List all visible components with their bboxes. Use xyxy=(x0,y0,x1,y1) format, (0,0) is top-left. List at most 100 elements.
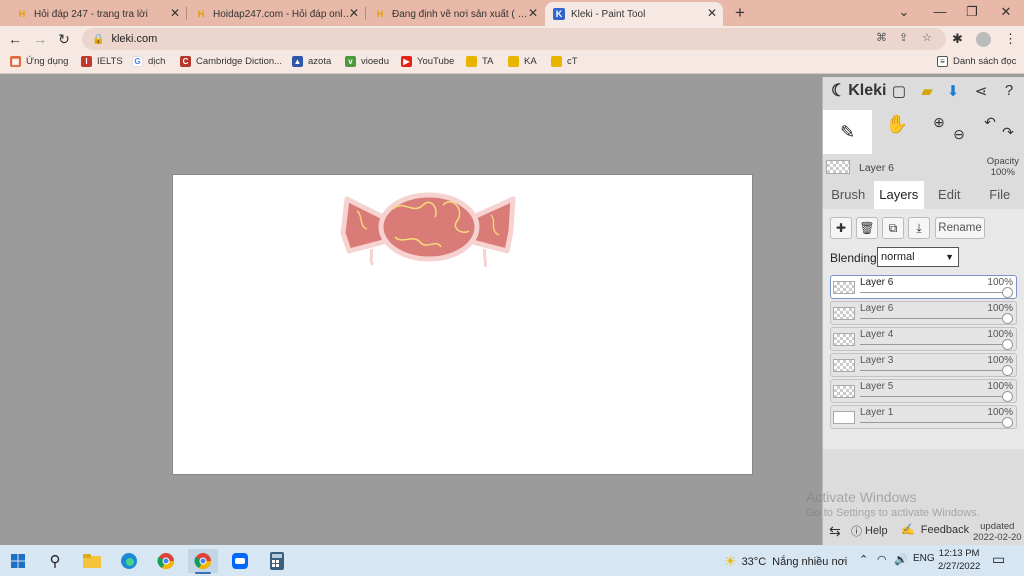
close-tab-icon[interactable]: ✕ xyxy=(528,6,538,20)
close-tab-icon[interactable]: ✕ xyxy=(349,6,359,20)
canvas-workspace[interactable] xyxy=(0,77,822,545)
chrome-icon[interactable] xyxy=(151,549,181,573)
brush-tool-icon[interactable]: ✎ xyxy=(823,110,872,154)
opacity-slider-knob[interactable] xyxy=(1002,339,1013,350)
tab-search-icon[interactable]: ⌄ xyxy=(894,4,914,20)
chevron-down-icon: ▼ xyxy=(945,252,954,262)
browser-tab-question[interactable]: H Đang định vẽ nơi sản xuất ( nhà ✕ xyxy=(366,2,544,26)
layer-item[interactable]: Layer 6 100% xyxy=(830,275,1017,299)
zalo-icon[interactable] xyxy=(225,549,255,573)
open-folder-icon[interactable]: ▰ xyxy=(917,82,937,100)
help-link[interactable]: ⓘ Help xyxy=(851,523,888,539)
address-bar[interactable]: 🔒 kleki.com xyxy=(82,28,946,50)
search-icon[interactable]: ⚲ xyxy=(40,549,70,573)
tab-edit[interactable]: Edit xyxy=(924,181,975,209)
opacity-slider-knob[interactable] xyxy=(1002,417,1013,428)
layer-item[interactable]: Layer 6 100% xyxy=(830,301,1017,325)
menu-dots-icon[interactable]: ⋮ xyxy=(1004,31,1017,47)
forward-icon[interactable]: → xyxy=(31,30,49,48)
rename-layer-button[interactable]: Rename xyxy=(935,217,985,239)
opacity-slider-knob[interactable] xyxy=(1002,287,1013,298)
layer-thumbnail xyxy=(833,411,855,424)
bookmark-apps[interactable]: ▦ Ứng dụng xyxy=(10,56,68,67)
opacity-slider-track[interactable] xyxy=(860,370,1007,371)
duplicate-layer-button[interactable]: ⧉ xyxy=(882,217,904,239)
language-indicator[interactable]: ENG xyxy=(913,553,935,564)
share-icon[interactable]: ⇪ xyxy=(899,31,908,44)
tab-brush[interactable]: Brush xyxy=(823,181,874,209)
new-tab-icon[interactable]: + xyxy=(730,3,750,23)
opacity-slider-track[interactable] xyxy=(860,422,1007,423)
network-icon[interactable]: ◠ xyxy=(877,553,887,566)
opacity-slider-knob[interactable] xyxy=(1002,365,1013,376)
layer-item[interactable]: Layer 3 100% xyxy=(830,353,1017,377)
kleki-logo-icon: ☾ xyxy=(831,81,847,100)
redo-icon[interactable]: ↷ xyxy=(999,124,1017,141)
edge-icon[interactable] xyxy=(114,549,144,573)
azota-icon: ▲ xyxy=(292,56,303,67)
zoom-out-icon[interactable]: ⊖ xyxy=(949,126,969,143)
bookmark-cambridge[interactable]: C Cambridge Diction... xyxy=(180,56,282,67)
swap-panel-icon[interactable]: ⇆ xyxy=(829,523,841,540)
opacity-slider-track[interactable] xyxy=(860,344,1007,345)
bookmark-folder-ct[interactable]: cT xyxy=(551,56,578,67)
reload-icon[interactable]: ↻ xyxy=(55,30,73,48)
layer-item[interactable]: Layer 4 100% xyxy=(830,327,1017,351)
share-icon[interactable]: ⋖ xyxy=(971,82,991,100)
notification-icon[interactable]: ▭ xyxy=(992,551,1005,568)
speaker-icon[interactable]: 🔊 xyxy=(894,553,908,566)
zoom-in-icon[interactable]: ⊕ xyxy=(929,114,949,131)
file-explorer-icon[interactable] xyxy=(77,549,107,573)
opacity-slider-track[interactable] xyxy=(860,318,1007,319)
layer-item[interactable]: Layer 5 100% xyxy=(830,379,1017,403)
help-circle-icon[interactable]: ? xyxy=(999,82,1019,99)
bookmark-star-icon[interactable]: ☆ xyxy=(922,31,932,44)
kleki-logo[interactable]: ☾ Kleki xyxy=(831,81,887,101)
opacity-slider-knob[interactable] xyxy=(1002,391,1013,402)
weather-widget[interactable]: ☀ 33°C Nắng nhiều nơi xyxy=(724,553,847,570)
chevron-up-icon[interactable]: ⌃ xyxy=(859,553,868,566)
calculator-icon[interactable] xyxy=(262,549,292,573)
tab-file[interactable]: File xyxy=(975,181,1024,209)
layer-thumbnail xyxy=(833,307,855,320)
extensions-icon[interactable]: ✱ xyxy=(952,31,963,47)
undo-icon[interactable]: ↶ xyxy=(981,114,999,131)
restore-icon[interactable]: ❐ xyxy=(962,4,982,20)
close-tab-icon[interactable]: ✕ xyxy=(707,6,717,20)
layer-item[interactable]: Layer 1 100% xyxy=(830,405,1017,429)
windows-start-icon[interactable] xyxy=(3,549,33,573)
bookmark-vioedu[interactable]: v vioedu xyxy=(345,56,389,67)
browser-tab-kleki[interactable]: K Kleki - Paint Tool ✕ xyxy=(545,2,723,26)
close-window-icon[interactable]: ✕ xyxy=(996,4,1016,20)
reading-list[interactable]: ≡ Danh sách đọc xyxy=(937,56,1016,67)
drawing-canvas[interactable] xyxy=(172,174,753,475)
add-layer-button[interactable]: ✚ xyxy=(830,217,852,239)
tab-layers[interactable]: Layers xyxy=(873,181,924,209)
close-tab-icon[interactable]: ✕ xyxy=(170,6,180,20)
bookmark-ielts[interactable]: I IELTS xyxy=(81,56,123,67)
minimize-icon[interactable]: — xyxy=(930,4,950,19)
back-icon[interactable]: ← xyxy=(6,30,24,48)
hand-tool-icon[interactable]: ✋ xyxy=(885,114,909,135)
opacity-slider-knob[interactable] xyxy=(1002,313,1013,324)
profile-avatar[interactable] xyxy=(976,32,991,47)
bookmark-youtube[interactable]: ▶ YouTube xyxy=(401,56,454,67)
bookmark-folder-ta[interactable]: TA xyxy=(466,56,493,67)
new-image-icon[interactable]: ▢ xyxy=(889,82,909,100)
activate-windows-watermark: Activate Windows xyxy=(806,489,917,505)
merge-layer-button[interactable]: ⤓ xyxy=(908,217,930,239)
feedback-link[interactable]: ✍ Feedback xyxy=(901,523,969,536)
delete-layer-button[interactable]: 🗑 xyxy=(856,217,878,239)
bookmark-azota[interactable]: ▲ azota xyxy=(292,56,331,67)
bookmark-dich[interactable]: G dịch xyxy=(132,56,165,67)
translate-icon[interactable]: ⌘ xyxy=(876,31,887,44)
opacity-slider-track[interactable] xyxy=(860,292,1007,293)
blending-select[interactable]: normal ▼ xyxy=(877,247,959,267)
clock[interactable]: 12:13 PM 2/27/2022 xyxy=(938,547,980,573)
chrome-active-icon[interactable] xyxy=(188,549,218,574)
browser-tab-hoidap247[interactable]: H Hoidap247.com - Hỏi đáp online ✕ xyxy=(187,2,365,26)
opacity-slider-track[interactable] xyxy=(860,396,1007,397)
browser-tab-hoidap[interactable]: H Hỏi đáp 247 - trang tra lời ✕ xyxy=(8,2,186,26)
bookmark-folder-ka[interactable]: KA xyxy=(508,56,537,67)
download-icon[interactable]: ⬇ xyxy=(943,82,963,100)
